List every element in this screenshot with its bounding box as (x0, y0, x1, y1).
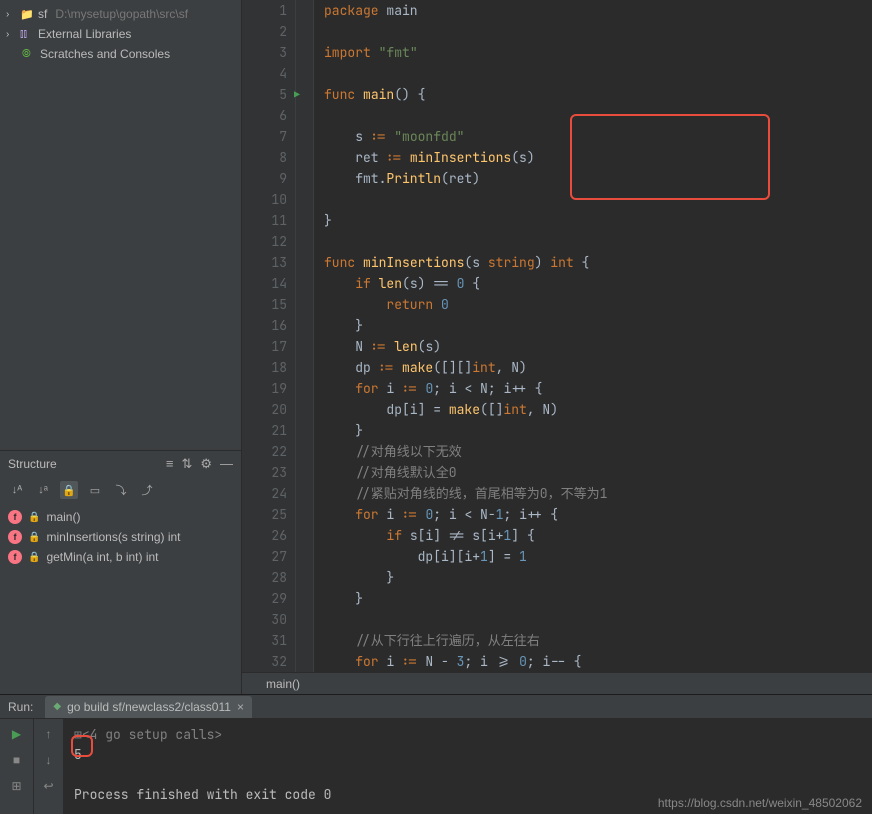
structure-panel: Structure ≡ ⇅ ⚙ — ↓ᴬ ↓ᵃ 🔒 ▭ ⤵ ⤴ f 🔒 (0, 450, 241, 694)
editor-pane: 12345▶6789101112131415161718192021222324… (242, 0, 872, 694)
project-tree[interactable]: › 📁 sf D:\mysetup\gopath\src\sf › ⫾⫾ Ext… (0, 0, 241, 450)
line-gutter[interactable]: 12345▶6789101112131415161718192021222324… (242, 0, 296, 672)
run-config-tab[interactable]: ◆ go build sf/newclass2/class011 × (45, 696, 252, 718)
minimize-icon[interactable]: — (220, 456, 233, 472)
struct-item-getmin[interactable]: f 🔒 getMin(a int, b int) int (8, 547, 233, 567)
autoscroll-from-icon[interactable]: ⤵ (112, 481, 130, 499)
run-action-toolbar: ▶ ■ ⊞ (0, 719, 34, 814)
folder-icon: 📁 (20, 8, 34, 21)
sort-order-icon[interactable]: ↓ᵃ (34, 481, 52, 499)
scratches-icon: ⦾ (22, 48, 36, 61)
structure-list[interactable]: f 🔒 main() f 🔒 minInsertions(s string) i… (0, 503, 241, 571)
scratches[interactable]: ⦾ Scratches and Consoles (0, 44, 241, 64)
function-icon: f (8, 550, 22, 564)
left-pane: › 📁 sf D:\mysetup\gopath\src\sf › ⫾⫾ Ext… (0, 0, 242, 694)
chevron-right-icon[interactable]: › (6, 29, 16, 40)
lock-icon: 🔒 (28, 552, 40, 563)
structure-title: Structure (8, 457, 57, 471)
code-area[interactable]: 12345▶6789101112131415161718192021222324… (242, 0, 872, 672)
external-libs-label: External Libraries (38, 27, 131, 41)
structure-header: Structure ≡ ⇅ ⚙ — (0, 451, 241, 477)
lock-filter-icon[interactable]: 🔒 (60, 481, 78, 499)
breadcrumb[interactable]: main() (242, 672, 872, 694)
function-icon: f (8, 510, 22, 524)
struct-item-mininsertions[interactable]: f 🔒 minInsertions(s string) int (8, 527, 233, 547)
run-tabs: Run: ◆ go build sf/newclass2/class011 × (0, 695, 872, 719)
gear-icon[interactable]: ⚙ (200, 456, 212, 472)
wrap-icon[interactable]: ↩ (40, 777, 58, 795)
fold-gutter[interactable] (296, 0, 314, 672)
code-content[interactable]: package mainimport "fmt"func main() { s … (314, 0, 872, 672)
up-icon[interactable]: ↑ (40, 725, 58, 743)
run-nav-toolbar: ↑ ↓ ↩ (34, 719, 64, 814)
layout-icon[interactable]: ⊞ (8, 777, 26, 795)
root-path: D:\mysetup\gopath\src\sf (55, 7, 188, 21)
external-libraries[interactable]: › ⫾⫾ External Libraries (0, 24, 241, 44)
chevron-right-icon[interactable]: › (6, 9, 16, 20)
close-icon[interactable]: × (237, 700, 244, 714)
rerun-icon[interactable]: ▶ (8, 725, 26, 743)
sort-alpha-icon[interactable]: ↓ᴬ (8, 481, 26, 499)
go-file-icon: ◆ (53, 701, 61, 712)
library-icon: ⫾⫾ (20, 28, 34, 41)
collapse-all-icon[interactable]: ⇅ (181, 456, 192, 472)
root-name: sf (38, 7, 47, 21)
run-label: Run: (8, 700, 33, 714)
autoscroll-to-icon[interactable]: ⤴ (138, 481, 156, 499)
watermark: https://blog.csdn.net/weixin_48502062 (658, 796, 862, 810)
run-tool-window: Run: ◆ go build sf/newclass2/class011 × … (0, 694, 872, 814)
scratches-label: Scratches and Consoles (40, 47, 170, 61)
folder-filter-icon[interactable]: ▭ (86, 481, 104, 499)
project-root[interactable]: › 📁 sf D:\mysetup\gopath\src\sf (0, 4, 241, 24)
expand-all-icon[interactable]: ≡ (166, 456, 174, 472)
run-tab-name: go build sf/newclass2/class011 (67, 700, 231, 714)
lock-icon: 🔒 (28, 512, 40, 523)
lock-icon: 🔒 (28, 532, 40, 543)
structure-toolbar: ↓ᴬ ↓ᵃ 🔒 ▭ ⤵ ⤴ (0, 477, 241, 503)
stop-icon[interactable]: ■ (8, 751, 26, 769)
down-icon[interactable]: ↓ (40, 751, 58, 769)
function-icon: f (8, 530, 22, 544)
struct-item-main[interactable]: f 🔒 main() (8, 507, 233, 527)
